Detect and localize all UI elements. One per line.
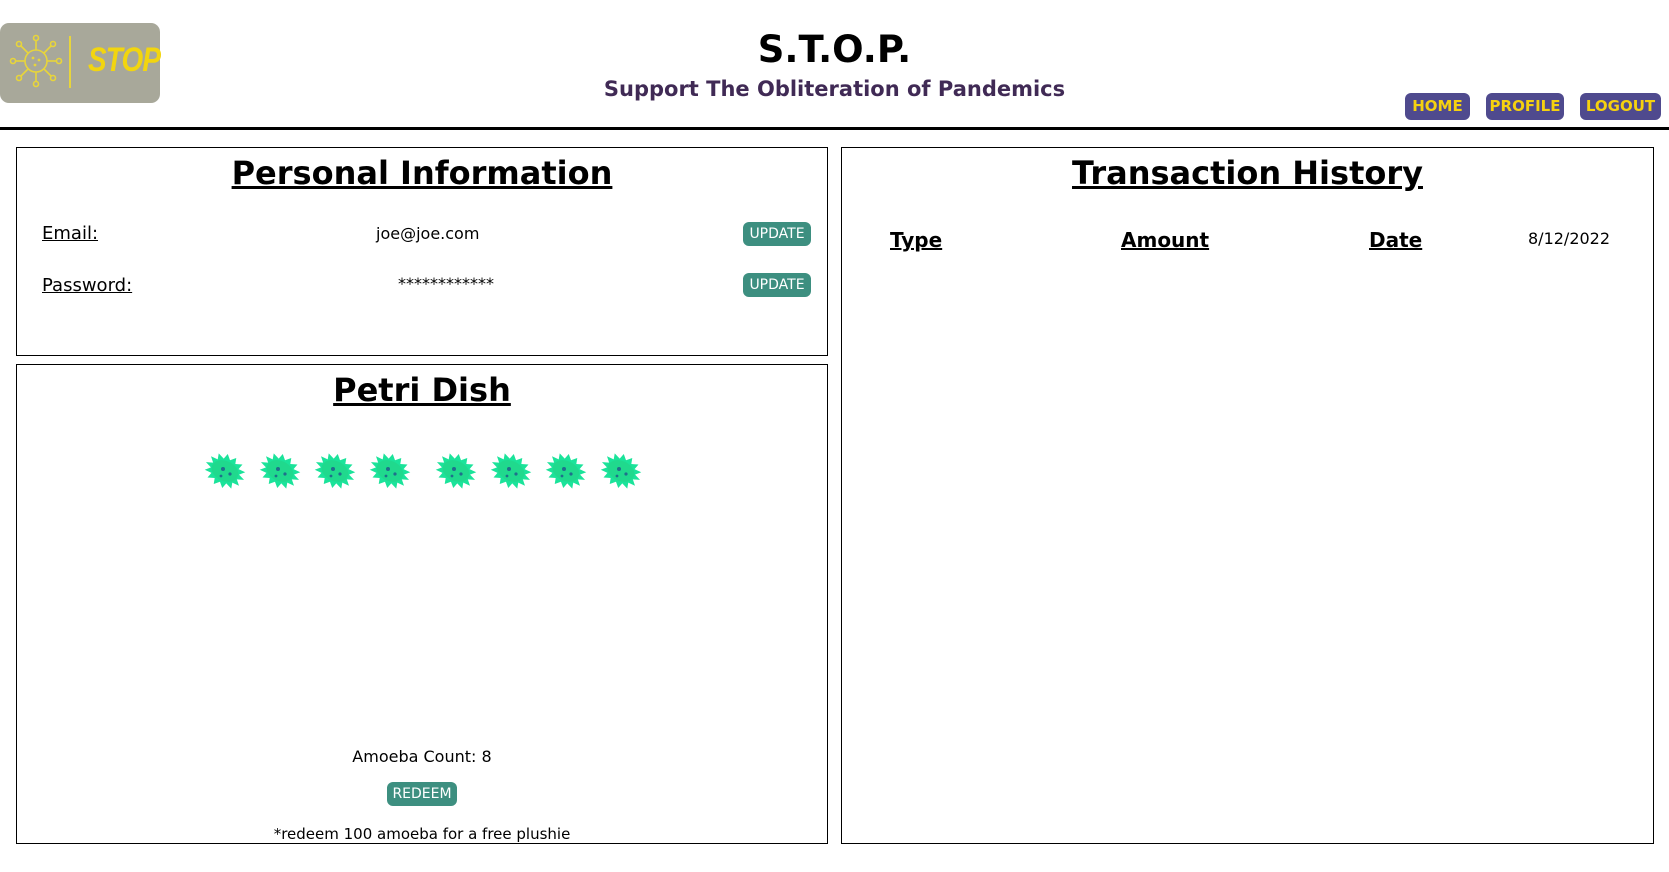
- redeem-note: *redeem 100 amoeba for a free plushie: [273, 825, 571, 843]
- amoeba-icon: [314, 453, 356, 489]
- email-value: joe@joe.com: [376, 224, 480, 243]
- personal-information-panel: Personal Information Email: joe@joe.com …: [16, 147, 828, 356]
- column-header-date: Date: [1369, 228, 1423, 252]
- password-label: Password:: [42, 275, 133, 296]
- logout-button[interactable]: LOGOUT: [1580, 93, 1661, 120]
- column-header-type: Type: [890, 228, 943, 252]
- amoeba-icon: [204, 453, 246, 489]
- email-label: Email:: [42, 223, 99, 244]
- profile-button[interactable]: PROFILE: [1486, 93, 1564, 120]
- home-button[interactable]: HOME: [1405, 93, 1470, 120]
- redeem-button[interactable]: REDEEM: [387, 782, 457, 806]
- petri-dish-panel: Petri Dish Amoeba Count: 8 REDEEM *redee…: [16, 364, 828, 844]
- transaction-history-panel: Transaction History Type Amount Date 8/1…: [841, 147, 1654, 844]
- amoeba-row: [203, 449, 643, 497]
- amoeba-icon: [435, 453, 477, 489]
- column-header-amount: Amount: [1121, 228, 1210, 252]
- update-email-button[interactable]: UPDATE: [743, 222, 811, 246]
- amoeba-icon: [490, 453, 532, 489]
- amoeba-icon: [369, 453, 411, 489]
- personal-information-title: Personal Information: [231, 154, 613, 192]
- transaction-date-cell: 8/12/2022: [1528, 229, 1611, 248]
- amoeba-icon: [545, 453, 587, 489]
- amoeba-icon: [600, 453, 642, 489]
- password-value: ************: [398, 274, 494, 293]
- site-title: S.T.O.P.: [757, 28, 912, 71]
- site-header: STOP S.T.O.P. Support The Obliteration o…: [0, 0, 1669, 130]
- transaction-history-title: Transaction History: [1072, 154, 1423, 192]
- update-password-button[interactable]: UPDATE: [743, 273, 811, 297]
- petri-dish-title: Petri Dish: [333, 371, 511, 409]
- amoeba-icon: [259, 453, 301, 489]
- amoeba-count: Amoeba Count: 8: [352, 747, 492, 766]
